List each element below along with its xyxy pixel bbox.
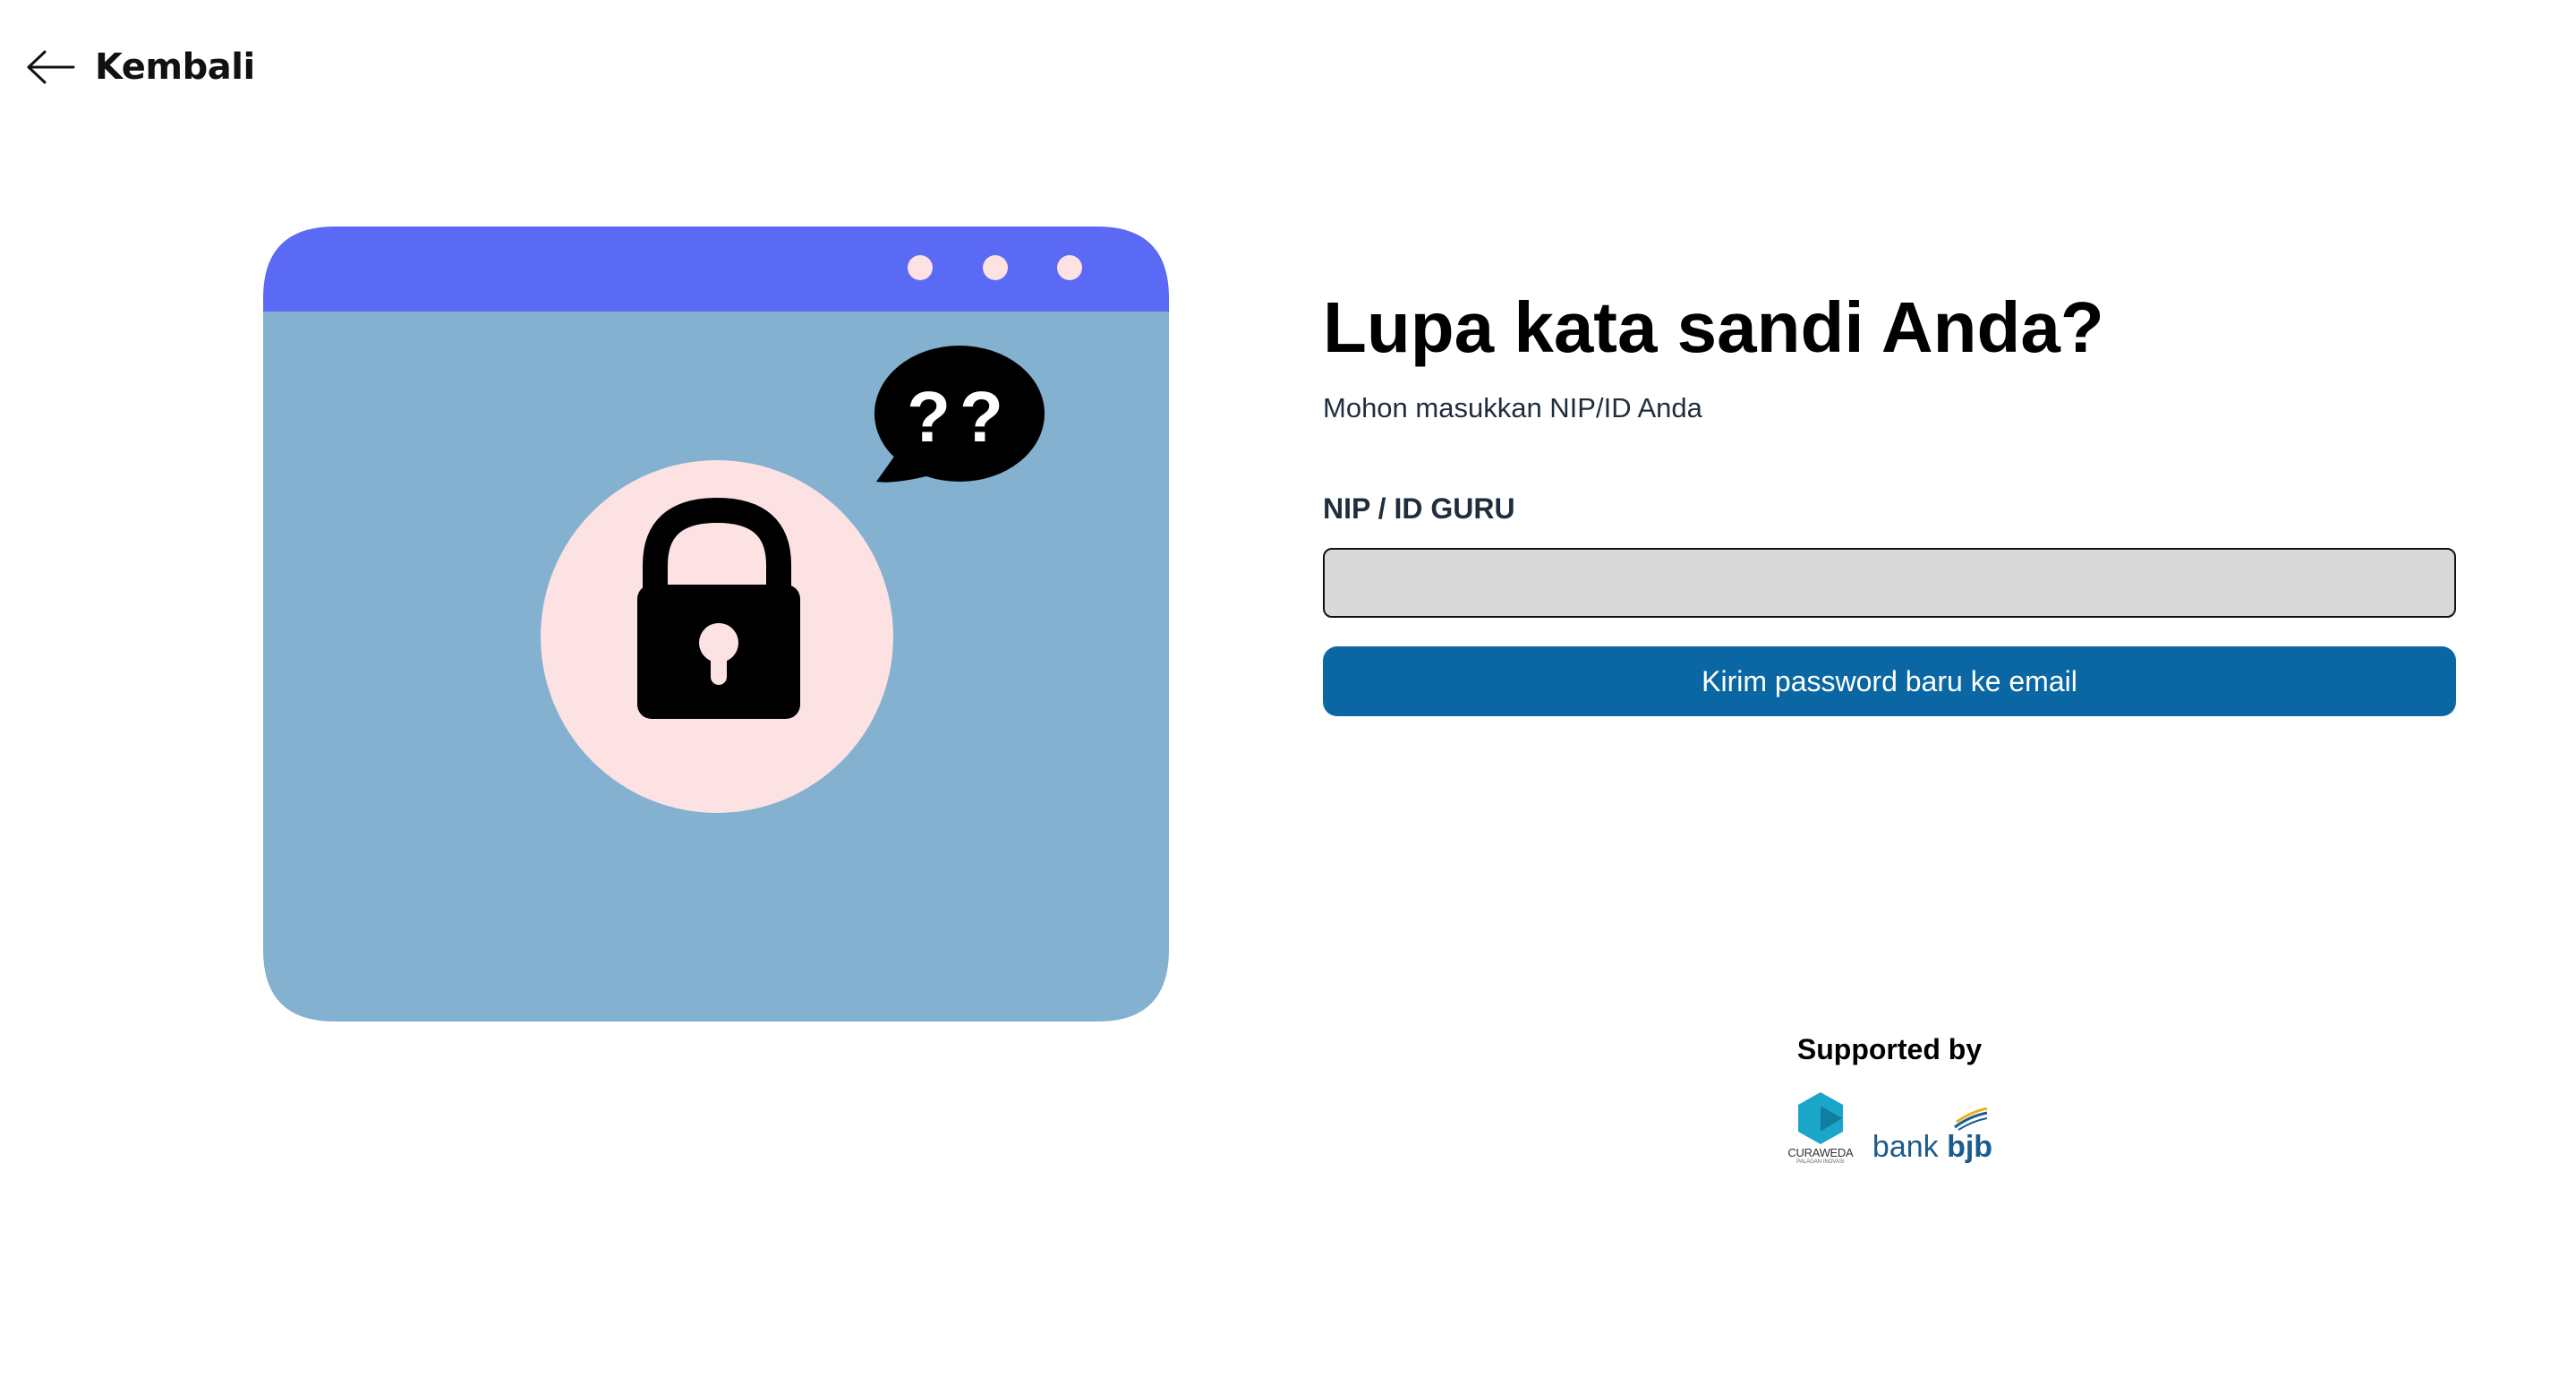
arrow-left-icon	[27, 50, 75, 84]
speech-bubble-icon: ??	[874, 346, 1045, 483]
curaweda-logo: CURAWEDA PALAGAN INOVASI	[1787, 1092, 1855, 1165]
supported-by-section: Supported by CURAWEDA PALAGAN INOVASI ba…	[1323, 1031, 2456, 1165]
curaweda-logo-mark	[1797, 1092, 1843, 1144]
nip-field-label: NIP / ID GURU	[1323, 492, 1515, 525]
forgot-password-page: Kembali ?? Lupa kata sandi Anda? Mohon m…	[0, 0, 2576, 1385]
forgot-password-illustration: ??	[263, 227, 1169, 1022]
supported-by-label: Supported by	[1796, 1033, 1983, 1065]
sponsor-logos: CURAWEDA PALAGAN INOVASI bank bjb	[1323, 1092, 2456, 1165]
back-button[interactable]: Kembali	[25, 39, 255, 95]
browser-window-bar	[263, 227, 1169, 312]
page-title: Lupa kata sandi Anda?	[1323, 287, 2104, 367]
back-label: Kembali	[95, 47, 255, 88]
forgot-password-form: Lupa kata sandi Anda? Mohon masukkan NIP…	[1323, 285, 2456, 716]
send-new-password-button[interactable]: Kirim password baru ke email	[1323, 646, 2456, 716]
question-marks: ??	[907, 377, 1012, 457]
bjb-stripes	[1954, 1107, 1988, 1131]
window-dot	[908, 255, 933, 280]
nip-input[interactable]	[1323, 548, 2456, 618]
window-dot	[1057, 255, 1082, 280]
page-subtitle: Mohon masukkan NIP/ID Anda	[1323, 392, 1702, 423]
window-dot	[983, 255, 1008, 280]
bank-bjb-logo: bank bjb	[1872, 1107, 1992, 1163]
